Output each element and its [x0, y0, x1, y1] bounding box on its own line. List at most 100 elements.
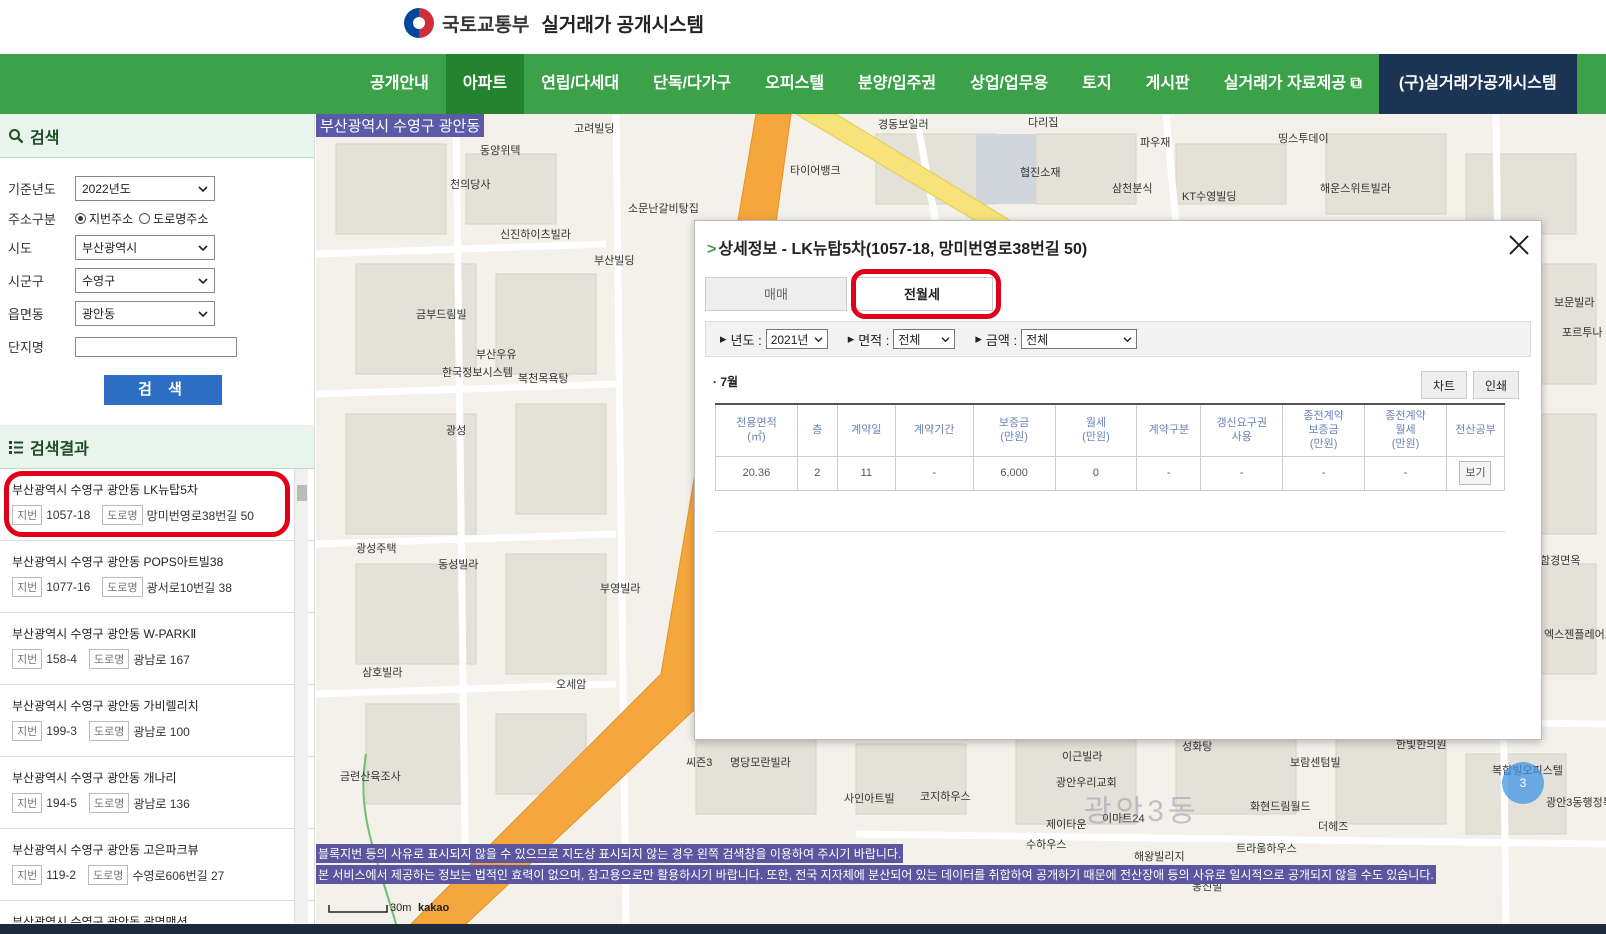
- map-place-label: 코지하우스: [920, 791, 971, 803]
- map-place-label: 복천목욕탕: [518, 373, 569, 385]
- highlight-annotation: [851, 269, 1001, 319]
- list-item[interactable]: 부산광역시 수영구 광안동 개나리 지번 194-5 도로명 광남로 136: [0, 757, 314, 829]
- nav-item-presale[interactable]: 분양/입주권: [841, 54, 953, 114]
- result-jibun: 199-3: [46, 724, 77, 738]
- year-select[interactable]: 2022년도: [75, 176, 215, 201]
- detail-tabs: 매매 전월세: [705, 269, 1531, 319]
- sigungu-select[interactable]: 수영구: [75, 268, 215, 293]
- map-place-label: 금련산육조사: [340, 771, 401, 783]
- price-filter-select[interactable]: 전체: [1021, 329, 1138, 349]
- nav-item-land[interactable]: 토지: [1065, 54, 1128, 114]
- divider: [715, 531, 1505, 532]
- list-item[interactable]: 부산광역시 수영구 광안동 POPS아트빌38 지번 1077-16 도로명 광…: [0, 541, 314, 613]
- radio-checked-icon: [75, 212, 86, 224]
- sigungu-label: 시군구: [8, 274, 44, 289]
- chevron-down-icon: [198, 244, 208, 251]
- search-button[interactable]: 검 색: [104, 375, 222, 405]
- list-item[interactable]: 부산광역시 수영구 광안동 가비렐리치 지번 199-3 도로명 광남로 100: [0, 685, 314, 757]
- cell-monthly-rent: 0: [1054, 455, 1138, 491]
- result-jibun: 158-4: [46, 652, 77, 666]
- list-item[interactable]: 부산광역시 수영구 광안동 W-PARKⅡ 지번 158-4 도로명 광남로 1…: [0, 613, 314, 685]
- price-filter: ▸ 금액 : 전체: [975, 329, 1138, 349]
- results-scrollbar[interactable]: [294, 469, 308, 923]
- tab-sale[interactable]: 매매: [705, 277, 847, 311]
- nav-item-apartment[interactable]: 아파트: [445, 54, 525, 114]
- map-place-label: 소문난갈비탕집: [628, 203, 699, 215]
- col-monthly-rent: 월세 (만원): [1054, 403, 1138, 457]
- nav-item-board[interactable]: 게시판: [1129, 54, 1207, 114]
- nav-item-legacy-system[interactable]: (구)실거래가공개시스템: [1378, 54, 1577, 114]
- map-notice-2: 본 서비스에서 제공하는 정보는 법적인 효력이 없으며, 참고용으로만 활용하…: [316, 865, 1436, 884]
- site-logo[interactable]: 국토교통부 실거래가 공개시스템: [404, 8, 704, 38]
- chevron-down-icon: [198, 185, 208, 192]
- cell-deposit: 6,000: [972, 455, 1056, 491]
- col-prev-deposit: 종전계약 보증금 (만원): [1282, 403, 1366, 457]
- nav-item-officetel[interactable]: 오피스텔: [748, 54, 841, 114]
- scroll-thumb[interactable]: [297, 485, 307, 501]
- result-road: 수영로606번길 27: [132, 868, 225, 883]
- map-place-label: 이근빌라: [1062, 751, 1103, 763]
- area-filter-select[interactable]: 전체: [893, 329, 956, 349]
- map-place-label: 부산우유: [476, 349, 517, 361]
- chevron-down-icon: [814, 336, 823, 342]
- cell-contract-day: 11: [836, 455, 896, 491]
- radio-jibun-label: 지번주소: [89, 211, 134, 226]
- map-place-label: 성화탕: [1182, 741, 1213, 753]
- map-place-label: 부영빌라: [600, 583, 641, 595]
- map-place-label: 화현드림월드: [1250, 801, 1311, 813]
- price-filter-value: 전체: [1026, 332, 1049, 347]
- map-place-label: 광안3동행정복지센터: [1546, 797, 1606, 809]
- jibun-tag: 지번: [12, 721, 43, 741]
- nav-item-guide[interactable]: 공개안내: [353, 54, 446, 114]
- close-icon[interactable]: [1507, 233, 1531, 257]
- danji-input[interactable]: [75, 336, 237, 357]
- chart-button[interactable]: 차트: [1421, 371, 1467, 399]
- list-item[interactable]: 부산광역시 수영구 광안동 LK뉴탑5차 지번 1057-18 도로명 망미번영…: [0, 469, 314, 541]
- road-tag: 도로명: [102, 577, 143, 597]
- radio-jibun[interactable]: 지번주소: [75, 210, 133, 227]
- result-name: 부산광역시 수영구 광안동 POPS아트빌38: [12, 555, 224, 569]
- kakao-logo: kakao: [418, 902, 450, 914]
- chevron-down-icon: [1123, 336, 1132, 342]
- results-list: 부산광역시 수영구 광안동 LK뉴탑5차 지번 1057-18 도로명 망미번영…: [0, 469, 314, 923]
- year-select-value: 2022년도: [82, 182, 131, 196]
- view-button[interactable]: 보기: [1459, 461, 1492, 485]
- result-name: 부산광역시 수영구 광안동 가비렐리치: [12, 699, 199, 713]
- year-filter-label: 년도 :: [730, 332, 762, 348]
- nav-item-multiplex[interactable]: 연립/다세대: [524, 54, 636, 114]
- map-place-label: 오세암: [556, 679, 587, 691]
- list-item[interactable]: 부산광역시 수영구 광안동 고은파크뷰 지번 119-2 도로명 수영로606번…: [0, 829, 314, 901]
- radio-road[interactable]: 도로명주소: [139, 210, 208, 227]
- print-button[interactable]: 인쇄: [1473, 371, 1519, 399]
- area-filter: ▸ 면적 : 전체: [848, 329, 956, 349]
- year-filter-select[interactable]: 2021년: [765, 329, 828, 349]
- nav-item-data-provision[interactable]: 실거래가 자료제공 ⧉: [1207, 54, 1379, 114]
- col-area: 전용면적 (㎡): [715, 403, 798, 457]
- col-deposit: 보증금 (만원): [972, 403, 1056, 457]
- nav-item-detached[interactable]: 단독/다가구: [636, 54, 748, 114]
- map-cluster-marker[interactable]: 3: [1502, 762, 1544, 804]
- jibun-tag: 지번: [12, 577, 43, 597]
- map-place-label: 파우재: [1140, 137, 1171, 149]
- caret-right-icon: ▸: [847, 331, 855, 346]
- month-heading: · 7월: [713, 375, 739, 389]
- map-place-label: KT수영빌딩: [1182, 191, 1237, 203]
- dong-watermark: 광안3동: [1084, 795, 1200, 828]
- dong-select[interactable]: 광안동: [75, 301, 215, 326]
- map-place-label: 해왕빌리지: [1134, 851, 1185, 863]
- cell-contract-period: -: [894, 455, 974, 491]
- sido-label: 시도: [8, 241, 32, 256]
- search-icon: [9, 128, 24, 143]
- ministry-name: 국토교통부: [442, 14, 530, 36]
- map-place-label: 고려빌딩: [574, 123, 615, 135]
- chevron-down-icon: [198, 277, 208, 284]
- scale-bar-icon: [328, 905, 388, 913]
- map-place-label: 제이타운: [1046, 819, 1087, 831]
- sido-select[interactable]: 부산광역시: [75, 235, 215, 260]
- nav-item-commercial[interactable]: 상업/업무용: [953, 54, 1065, 114]
- bottom-bar: [0, 924, 1606, 934]
- map-place-label: 신진하이츠빌라: [500, 229, 571, 241]
- list-item[interactable]: 부산광역시 수영구 광안동 광명맨션: [0, 901, 314, 923]
- site-header: 국토교통부 실거래가 공개시스템: [0, 0, 1606, 54]
- region-label: 부산광역시 수영구 광안동: [316, 114, 485, 137]
